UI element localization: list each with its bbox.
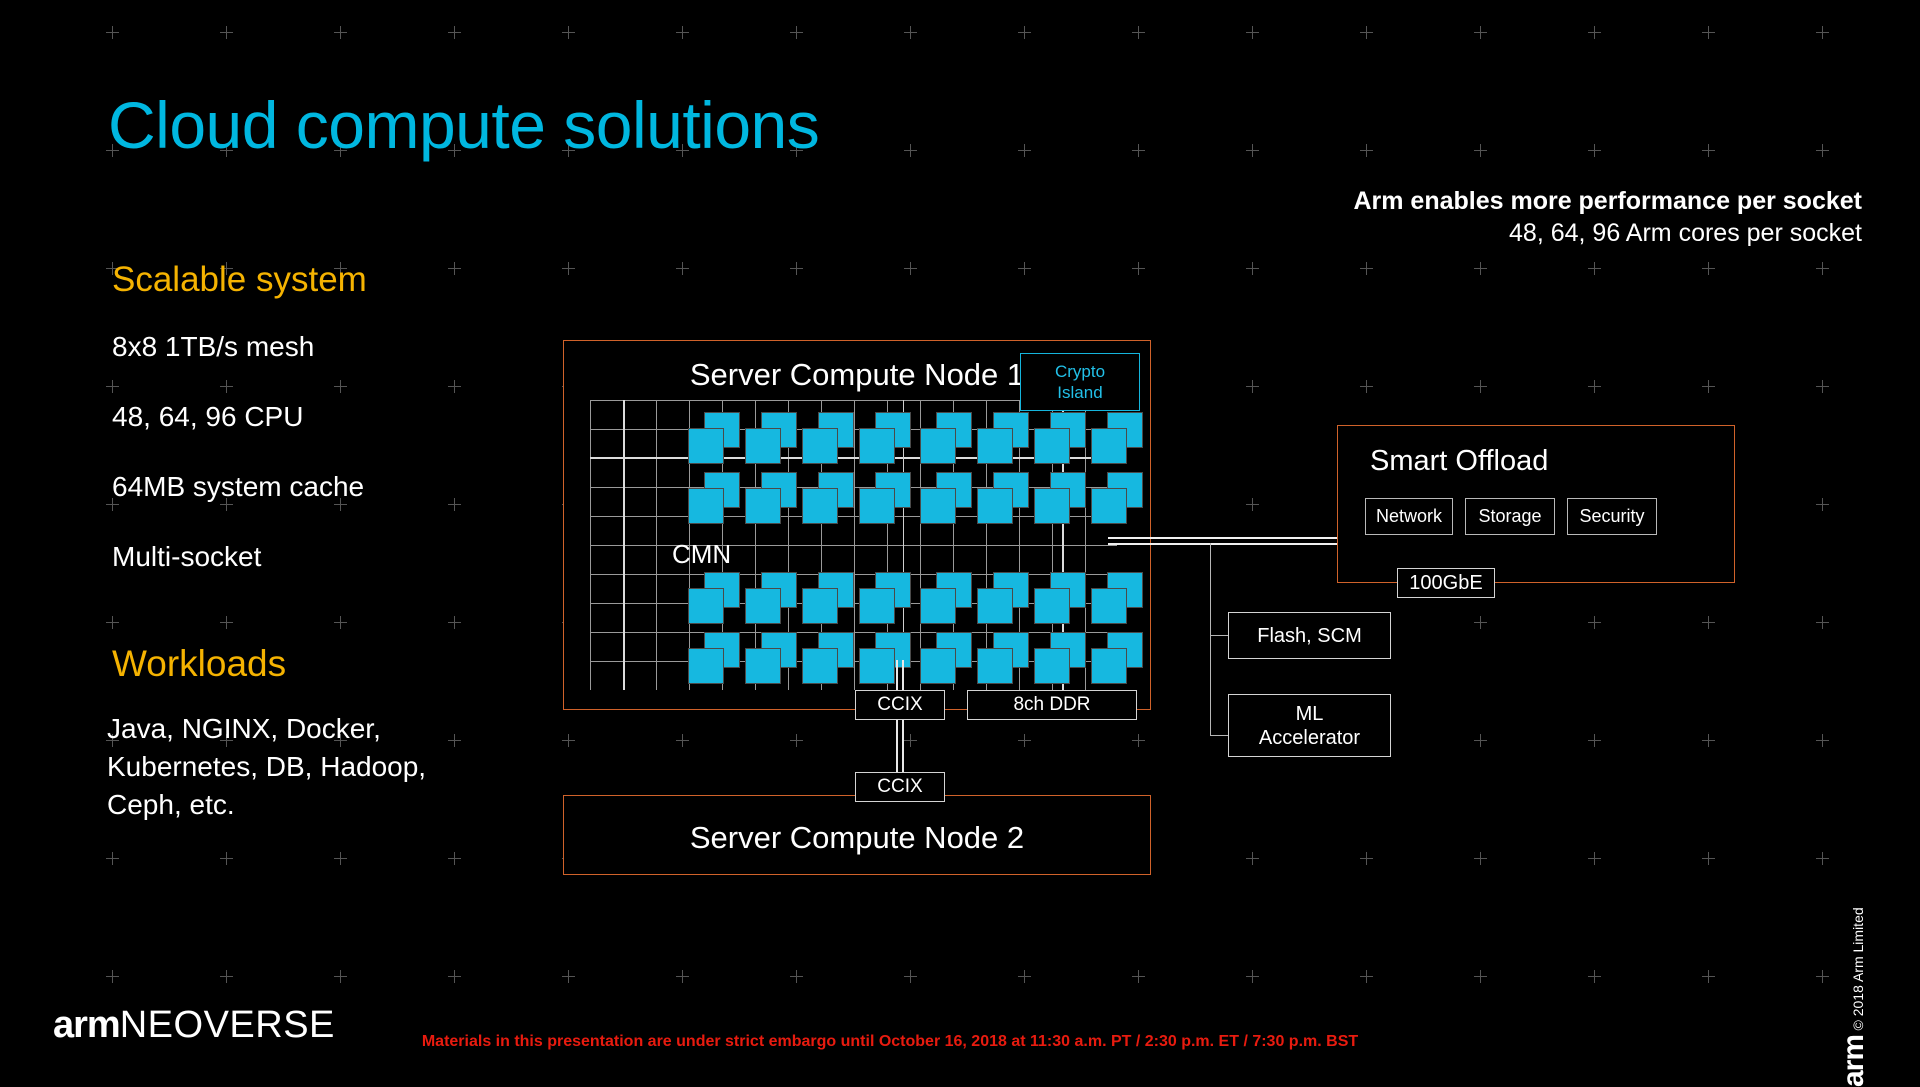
server-compute-node-2-label: Server Compute Node 2 — [689, 820, 1025, 855]
cpu-cluster — [802, 572, 854, 624]
sidebar-branding: arm © 2018 Arm Limited — [1837, 827, 1871, 1087]
cpu-cluster — [688, 412, 740, 464]
cpu-cluster — [688, 632, 740, 684]
ml-accelerator-line1: ML — [1295, 702, 1324, 725]
ml-accelerator-box: ML Accelerator — [1228, 694, 1391, 757]
cpu-cluster — [920, 572, 972, 624]
coherent-bus-line — [1108, 537, 1340, 549]
bullet-mesh: 8x8 1TB/s mesh — [112, 331, 315, 362]
cpu-cluster — [920, 472, 972, 524]
crypto-island-box: Crypto Island — [1020, 353, 1140, 411]
cpu-cluster — [802, 412, 854, 464]
ddr-box: 8ch DDR — [967, 690, 1137, 720]
cpu-cluster — [1091, 572, 1143, 624]
cpu-cluster — [920, 412, 972, 464]
cpu-cluster — [1091, 632, 1143, 684]
cpu-cluster — [802, 632, 854, 684]
cpu-cluster — [745, 632, 797, 684]
flash-scm-box: Flash, SCM — [1228, 612, 1391, 659]
headline-block: Arm enables more performance per socket … — [1353, 185, 1862, 249]
peripheral-branch-line — [1210, 543, 1212, 736]
cpu-cluster — [1034, 572, 1086, 624]
cpu-cluster — [859, 412, 911, 464]
cpu-cluster — [859, 472, 911, 524]
scalable-system-heading: Scalable system — [112, 260, 367, 299]
cpu-cluster — [1091, 412, 1143, 464]
bullet-multisocket: Multi-socket — [112, 541, 262, 572]
cmn-label: CMN — [672, 539, 732, 569]
cpu-cluster — [688, 572, 740, 624]
neoverse-wordmark: NEOVERSE — [119, 1004, 335, 1046]
cpu-cluster — [802, 472, 854, 524]
ccix-bottom-box: CCIX — [855, 772, 945, 802]
cpu-cluster — [1091, 472, 1143, 524]
workloads-list: Java, NGINX, Docker, Kubernetes, DB, Had… — [107, 713, 427, 820]
offload-storage-box: Storage — [1465, 498, 1555, 535]
bullet-cpu: 48, 64, 96 CPU — [112, 401, 304, 432]
cpu-cluster — [1034, 632, 1086, 684]
offload-security-box: Security — [1567, 498, 1657, 535]
ethernet-100gbe-box: 100GbE — [1397, 568, 1495, 598]
workloads-heading: Workloads — [112, 643, 287, 684]
arm-neoverse-logo: armNEOVERSE — [53, 1004, 335, 1047]
smart-offload-title: Smart Offload — [1370, 445, 1549, 477]
ml-accelerator-line2: Accelerator — [1258, 726, 1361, 749]
cpu-cluster — [920, 632, 972, 684]
cpu-cluster — [977, 572, 1029, 624]
offload-network-box: Network — [1365, 498, 1453, 535]
cpu-cluster — [688, 472, 740, 524]
left-content-column: Scalable system 8x8 1TB/s mesh 48, 64, 9… — [0, 0, 520, 1080]
crypto-island-line2: Island — [1057, 383, 1103, 402]
crypto-island-label: Crypto Island — [1055, 361, 1105, 404]
mesh-bold-vertical-line — [623, 400, 625, 690]
cpu-cluster — [1034, 472, 1086, 524]
arm-side-wordmark: arm — [1837, 1034, 1870, 1087]
headline-primary: Arm enables more performance per socket — [1353, 187, 1862, 215]
copyright-notice: © 2018 Arm Limited — [1850, 907, 1866, 1031]
ccix-top-box: CCIX — [855, 690, 945, 720]
cpu-cluster — [745, 472, 797, 524]
cpu-cluster — [1034, 412, 1086, 464]
arm-wordmark: arm — [53, 1004, 121, 1046]
cpu-cluster — [745, 412, 797, 464]
headline-secondary: 48, 64, 96 Arm cores per socket — [1509, 219, 1862, 247]
cpu-cluster — [977, 472, 1029, 524]
cpu-cluster — [977, 632, 1029, 684]
ml-branch-line — [1210, 735, 1230, 737]
crypto-island-line1: Crypto — [1054, 361, 1106, 381]
flash-branch-line — [1210, 635, 1230, 637]
cpu-cluster — [977, 412, 1029, 464]
cpu-cluster — [745, 572, 797, 624]
cpu-cluster — [859, 572, 911, 624]
bullet-cache: 64MB system cache — [112, 471, 365, 502]
